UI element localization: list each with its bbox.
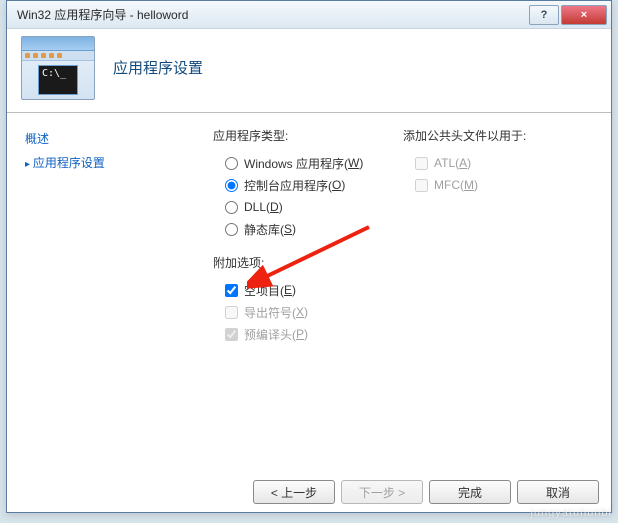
finish-button[interactable]: 完成 bbox=[429, 480, 511, 504]
check-mfc: MFC(M) bbox=[415, 174, 563, 196]
check-export-input bbox=[225, 306, 238, 319]
titlebar: Win32 应用程序向导 - helloword ? × bbox=[7, 1, 611, 29]
check-export-symbols: 导出符号(X) bbox=[225, 301, 597, 323]
body: 概述 应用程序设置 应用程序类型: Windows 应用程序(W) 控制台应用程… bbox=[7, 113, 611, 463]
common-headers-group: 添加公共头文件以用于: ATL(A) MFC(M) bbox=[403, 127, 563, 196]
check-atl: ATL(A) bbox=[415, 152, 563, 174]
check-empty-input[interactable] bbox=[225, 284, 238, 297]
cancel-button[interactable]: 取消 bbox=[517, 480, 599, 504]
sidebar: 概述 应用程序设置 bbox=[7, 113, 183, 463]
radio-dll-input[interactable] bbox=[225, 201, 238, 214]
radio-static-lib[interactable]: 静态库(S) bbox=[225, 218, 597, 240]
window-title: Win32 应用程序向导 - helloword bbox=[17, 6, 527, 23]
wizard-window: Win32 应用程序向导 - helloword ? × C:\_ 应用程序设置… bbox=[6, 0, 612, 513]
common-label: 添加公共头文件以用于: bbox=[403, 127, 563, 144]
header: C:\_ 应用程序设置 bbox=[7, 29, 611, 113]
prev-button[interactable]: < 上一步 bbox=[253, 480, 335, 504]
close-button[interactable]: × bbox=[561, 5, 607, 25]
radio-static-input[interactable] bbox=[225, 223, 238, 236]
check-empty-project[interactable]: 空项目(E) bbox=[225, 279, 597, 301]
check-precomp-input bbox=[225, 328, 238, 341]
check-mfc-input bbox=[415, 179, 428, 192]
wizard-icon: C:\_ bbox=[21, 36, 95, 100]
check-atl-input bbox=[415, 157, 428, 170]
additional-label: 附加选项: bbox=[213, 254, 597, 271]
check-precompiled-header: 预编译头(P) bbox=[225, 323, 597, 345]
radio-console-input[interactable] bbox=[225, 179, 238, 192]
next-button: 下一步 > bbox=[341, 480, 423, 504]
header-title: 应用程序设置 bbox=[113, 57, 203, 78]
radio-windows-input[interactable] bbox=[225, 157, 238, 170]
console-icon: C:\_ bbox=[38, 65, 78, 95]
radio-dll[interactable]: DLL(D) bbox=[225, 196, 597, 218]
content: 应用程序类型: Windows 应用程序(W) 控制台应用程序(O) DLL(D… bbox=[183, 113, 611, 463]
sidebar-settings[interactable]: 应用程序设置 bbox=[25, 151, 177, 177]
footer: < 上一步 下一步 > 完成 取消 bbox=[253, 480, 599, 504]
help-button[interactable]: ? bbox=[529, 5, 559, 25]
sidebar-overview[interactable]: 概述 bbox=[25, 127, 177, 151]
